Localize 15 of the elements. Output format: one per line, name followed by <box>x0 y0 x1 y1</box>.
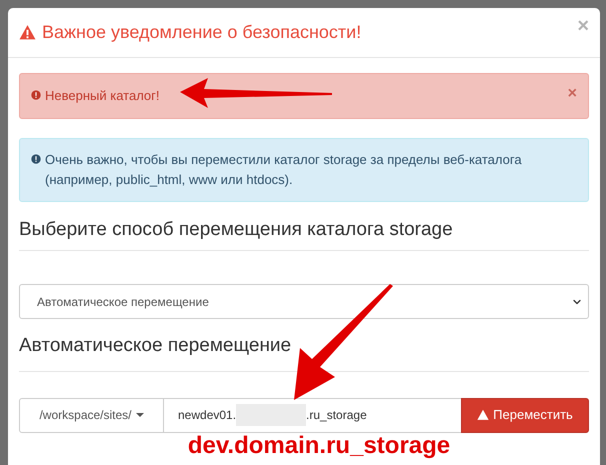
warning-icon <box>19 24 36 41</box>
method-select[interactable]: Автоматическое перемещение <box>19 284 589 319</box>
section-heading: Выберите способ перемещения каталога storage <box>19 218 453 240</box>
folder-name-field[interactable]: newdev01. .ru_storage <box>164 398 461 432</box>
caret-icon <box>136 413 144 417</box>
move-button[interactable]: Переместить <box>461 398 589 432</box>
exclamation-circle-icon <box>31 154 41 164</box>
modal-title: Важное уведомление о безопасности! <box>42 21 362 44</box>
alert-text: Очень важно, чтобы вы переместили каталог storage за пределы веб-каталога (например, public_html, www или htdocs). <box>45 150 523 189</box>
alert-text: Неверный каталог! <box>45 87 160 105</box>
path-dropdown-button[interactable]: /workspace/sites/ <box>19 398 164 432</box>
section-heading: Автоматическое перемещение <box>19 335 292 356</box>
annotation-label: dev.domain.ru_storage <box>188 430 450 460</box>
warning-icon <box>477 409 490 421</box>
exclamation-circle-icon <box>31 90 41 100</box>
